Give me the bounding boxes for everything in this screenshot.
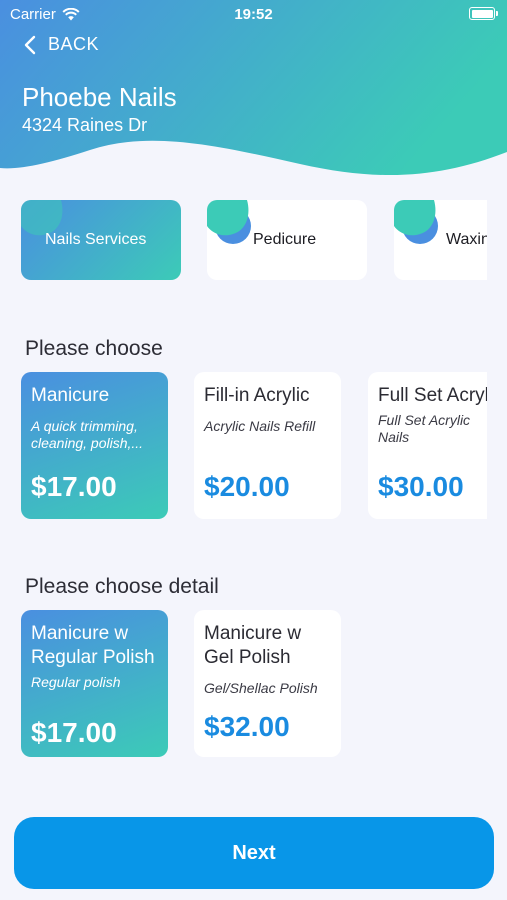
next-button[interactable]: Next bbox=[14, 817, 494, 889]
category-card-waxing[interactable]: Waxing bbox=[394, 200, 487, 280]
salon-address: 4324 Raines Dr bbox=[22, 115, 148, 135]
salon-name: Phoebe Nails bbox=[22, 82, 177, 112]
details-title: Please choose detail bbox=[25, 575, 219, 598]
services-title: Please choose bbox=[25, 337, 163, 360]
back-label: BACK bbox=[48, 34, 100, 54]
chevron-left-icon bbox=[24, 35, 36, 54]
detail-desc: Regular polish bbox=[31, 674, 121, 690]
service-name: Manicure bbox=[31, 385, 110, 406]
service-name: Full Set Acrylic bbox=[378, 385, 487, 406]
service-card-fill-in-acrylic[interactable]: Fill-in Acrylic Acrylic Nails Refill $20… bbox=[194, 372, 341, 519]
back-button[interactable]: BACK bbox=[24, 34, 99, 55]
clock: 19:52 bbox=[234, 6, 273, 23]
service-price: $30.00 bbox=[378, 471, 464, 502]
category-blob-icon bbox=[394, 200, 438, 244]
service-list[interactable]: Manicure A quick trimming, cleaning, pol… bbox=[0, 372, 487, 522]
category-blob-icon bbox=[207, 200, 251, 244]
detail-card-regular-polish[interactable]: Manicure w Regular Polish Regular polish… bbox=[21, 610, 168, 757]
service-price: $17.00 bbox=[31, 471, 117, 502]
detail-name: Manicure w Gel Polish bbox=[204, 623, 302, 668]
service-price: $20.00 bbox=[204, 471, 290, 502]
detail-price: $17.00 bbox=[31, 717, 117, 748]
service-name: Fill-in Acrylic bbox=[204, 385, 310, 406]
detail-name: Manicure w Regular Polish bbox=[31, 623, 155, 668]
service-desc: Acrylic Nails Refill bbox=[204, 418, 316, 434]
category-list[interactable]: Nails Services Pedicure Waxing bbox=[0, 200, 487, 282]
category-label: Waxing bbox=[446, 231, 487, 248]
category-label: Pedicure bbox=[253, 231, 317, 248]
service-card-full-set-acrylic[interactable]: Full Set Acrylic Full Set Acrylic Nails … bbox=[368, 372, 487, 519]
service-card-manicure[interactable]: Manicure A quick trimming, cleaning, pol… bbox=[21, 372, 168, 519]
detail-card-gel-polish[interactable]: Manicure w Gel Polish Gel/Shellac Polish… bbox=[194, 610, 341, 757]
category-card-pedicure[interactable]: Pedicure bbox=[207, 200, 367, 280]
category-label: Nails Services bbox=[45, 231, 147, 248]
battery-icon bbox=[469, 7, 498, 20]
battery-level bbox=[471, 9, 493, 18]
detail-price: $32.00 bbox=[204, 711, 290, 742]
detail-desc: Gel/Shellac Polish bbox=[204, 680, 318, 696]
service-desc: A quick trimming, cleaning, polish,... bbox=[31, 418, 144, 451]
category-card-nails-services[interactable]: Nails Services bbox=[21, 200, 181, 280]
status-bar: Carrier 19:52 bbox=[0, 0, 507, 30]
service-desc: Full Set Acrylic Nails bbox=[378, 412, 471, 445]
detail-list[interactable]: Manicure w Regular Polish Regular polish… bbox=[0, 610, 487, 760]
